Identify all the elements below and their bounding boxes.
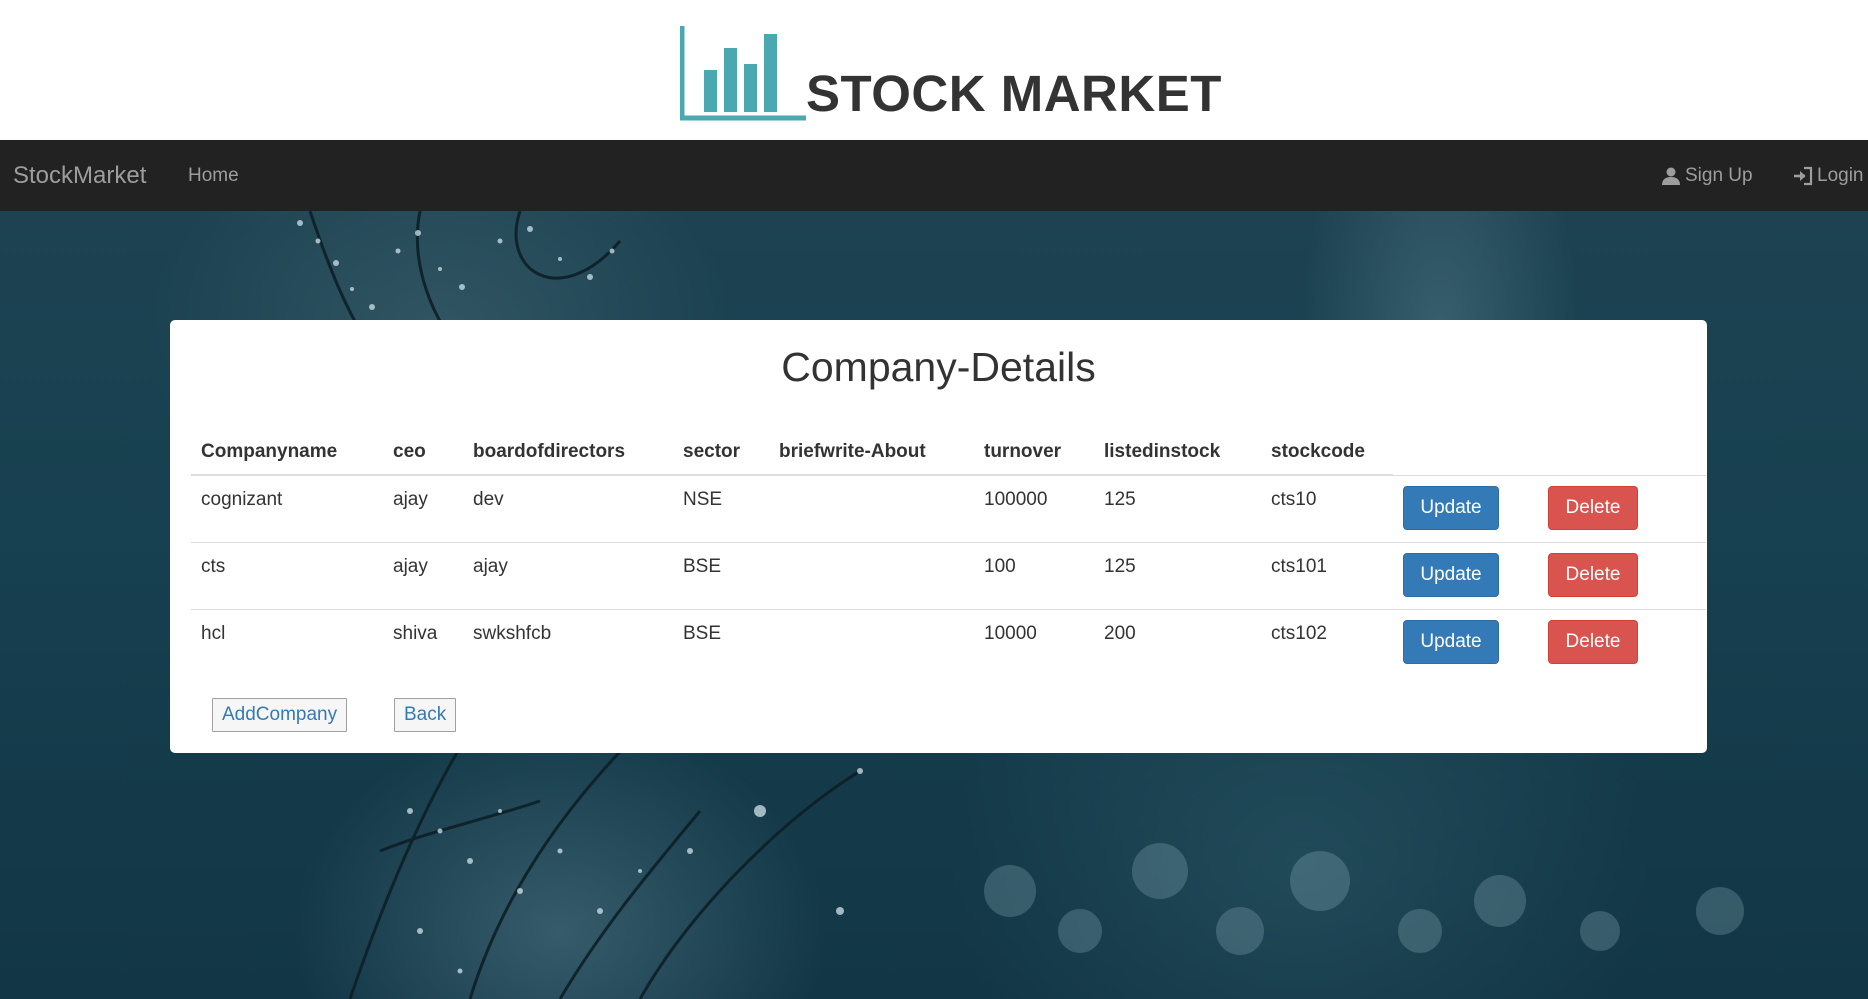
delete-button[interactable]: Delete <box>1548 553 1638 597</box>
table-cell: cognizant <box>191 474 383 543</box>
column-header: briefwrite-About <box>769 430 974 476</box>
back-button[interactable]: Back <box>394 698 457 732</box>
table-cell: ajay <box>383 474 463 543</box>
delete-button[interactable]: Delete <box>1548 485 1638 530</box>
user-icon <box>1662 167 1680 185</box>
table-header-row: Companyname ceo boardofdirectors sector … <box>191 430 1706 476</box>
table-cell: 100000 <box>974 474 1094 543</box>
column-header-empty <box>1538 430 1706 475</box>
table-cell: shiva <box>383 609 463 676</box>
nav-home-link[interactable]: Home <box>188 140 239 211</box>
navbar-brand[interactable]: StockMarket <box>13 140 146 211</box>
column-header: turnover <box>974 430 1094 476</box>
table-cell <box>769 609 974 676</box>
table-cell <box>769 542 974 610</box>
table-cell: Delete <box>1538 542 1706 610</box>
bar-chart-logo-icon <box>680 26 806 121</box>
nav-login-label: Login <box>1817 164 1864 186</box>
column-header: ceo <box>383 430 463 476</box>
company-table: Companyname ceo boardofdirectors sector … <box>191 430 1706 676</box>
column-header: Companyname <box>191 430 383 476</box>
table-row: cts ajay ajay BSE 100 125 cts101 Update … <box>191 542 1706 610</box>
table-cell: swkshfcb <box>463 609 673 676</box>
column-header: listedinstock <box>1094 430 1261 476</box>
column-header: boardofdirectors <box>463 430 673 476</box>
delete-button[interactable]: Delete <box>1548 620 1638 664</box>
table-cell: hcl <box>191 609 383 676</box>
table-cell: Update <box>1393 474 1538 543</box>
table-cell: Delete <box>1538 609 1706 676</box>
table-cell: Update <box>1393 542 1538 610</box>
column-header-empty <box>1393 430 1538 475</box>
column-header: sector <box>673 430 769 476</box>
table-cell: NSE <box>673 474 769 543</box>
nav-signup-link[interactable]: Sign Up <box>1661 140 1753 211</box>
nav-login-link[interactable]: Login <box>1793 140 1864 211</box>
update-button[interactable]: Update <box>1403 485 1499 530</box>
table-row: hcl shiva swkshfcb BSE 10000 200 cts102 … <box>191 609 1706 676</box>
table-cell: cts102 <box>1261 609 1393 676</box>
logo-text: STOCK MARKET <box>806 65 1222 122</box>
table-cell: BSE <box>673 609 769 676</box>
table-cell: 100 <box>974 542 1094 610</box>
table-cell: cts101 <box>1261 542 1393 610</box>
table-cell: 125 <box>1094 542 1261 610</box>
table-cell: Update <box>1393 609 1538 676</box>
table-cell: 200 <box>1094 609 1261 676</box>
log-in-icon <box>1794 166 1813 185</box>
table-cell: cts <box>191 542 383 610</box>
update-button[interactable]: Update <box>1403 553 1499 597</box>
nav-signup-label: Sign Up <box>1685 164 1753 186</box>
table-cell <box>769 474 974 543</box>
table-cell: BSE <box>673 542 769 610</box>
table-cell: Delete <box>1538 474 1706 543</box>
column-header: stockcode <box>1261 430 1393 476</box>
table-cell: cts10 <box>1261 474 1393 543</box>
company-details-panel: Company-Details Companyname ceo boardofd… <box>170 320 1707 753</box>
table-cell: 10000 <box>974 609 1094 676</box>
table-cell: ajay <box>383 542 463 610</box>
page-title: Company-Details <box>781 344 1096 390</box>
table-row: cognizant ajay dev NSE 100000 125 cts10 … <box>191 474 1706 543</box>
add-company-button[interactable]: AddCompany <box>212 698 348 732</box>
navbar: StockMarket Home Sign Up Login <box>0 140 1868 211</box>
update-button[interactable]: Update <box>1403 620 1499 664</box>
table-cell: 125 <box>1094 474 1261 543</box>
table-cell: ajay <box>463 542 673 610</box>
logo-header: STOCK MARKET <box>0 0 1868 140</box>
table-cell: dev <box>463 474 673 543</box>
